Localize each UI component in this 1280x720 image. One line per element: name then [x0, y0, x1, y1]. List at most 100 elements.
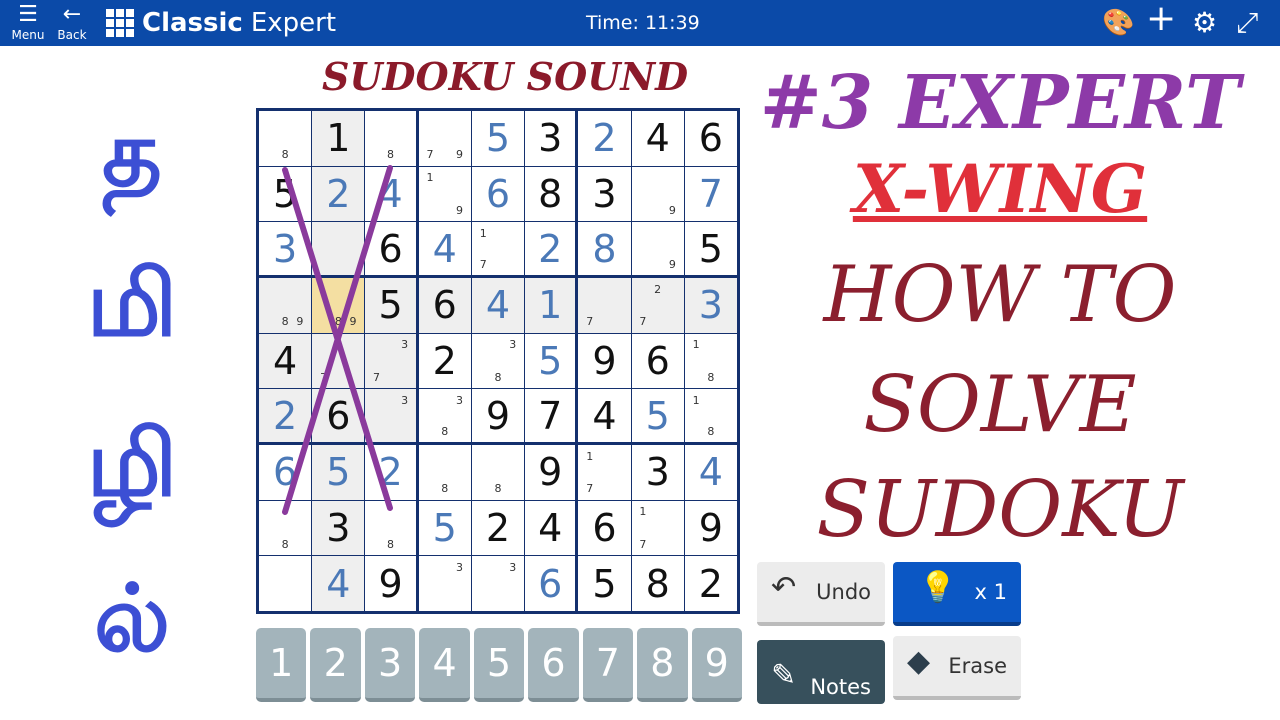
sudoku-cell[interactable]: 89 [312, 278, 365, 333]
sudoku-cell[interactable]: 3 [525, 111, 576, 166]
sudoku-cell[interactable]: 17 [471, 222, 525, 275]
sudoku-cell[interactable]: 3 [259, 222, 312, 275]
sudoku-cell[interactable]: 3 [631, 445, 684, 500]
number-key-1[interactable]: 1 [256, 628, 307, 702]
palette-icon[interactable]: 🎨 [1102, 6, 1134, 40]
sudoku-cell[interactable]: 7 [525, 389, 576, 442]
sudoku-cell[interactable]: 2 [365, 445, 416, 500]
sudoku-cell[interactable]: 7 [684, 166, 737, 222]
sudoku-cell[interactable]: 9 [631, 166, 684, 222]
sudoku-cell[interactable]: 6 [365, 222, 416, 275]
number-key-5[interactable]: 5 [473, 628, 525, 702]
sudoku-cell[interactable]: 8 [365, 111, 416, 166]
sudoku-cell[interactable]: 1 [525, 278, 576, 333]
sudoku-cell[interactable]: 8 [471, 445, 525, 500]
sudoku-cell[interactable]: 27 [631, 278, 684, 333]
sudoku-cell[interactable]: 9 [578, 333, 631, 389]
sudoku-cell[interactable]: 6 [631, 333, 684, 389]
hint-button[interactable]: 💡 x 1 [893, 562, 1021, 626]
sudoku-cell[interactable]: 19 [418, 166, 471, 222]
sudoku-cell[interactable] [259, 556, 312, 611]
sudoku-cell[interactable]: 2 [312, 166, 365, 222]
erase-button[interactable]: ◆ Erase [893, 636, 1021, 700]
sudoku-cell[interactable]: 1 [312, 111, 365, 166]
sudoku-cell[interactable]: 3 [312, 500, 365, 556]
sudoku-cell[interactable]: 89 [259, 278, 312, 333]
sudoku-cell[interactable]: 3 [471, 556, 525, 611]
notes-button[interactable]: ✎ Notes [757, 640, 885, 704]
sudoku-cell[interactable]: 9 [365, 556, 416, 611]
sudoku-cell[interactable]: 2 [418, 333, 471, 389]
number-key-8[interactable]: 8 [637, 628, 688, 702]
sudoku-cell[interactable]: 8 [365, 500, 416, 556]
sudoku-cell[interactable]: 4 [578, 389, 631, 442]
sudoku-cell[interactable]: 5 [365, 278, 416, 333]
number-key-3[interactable]: 3 [364, 628, 416, 702]
sudoku-cell[interactable]: 2 [578, 111, 631, 166]
sudoku-cell[interactable]: 3 [418, 556, 471, 611]
sudoku-cell[interactable]: 5 [684, 222, 737, 275]
sudoku-cell[interactable]: 5 [631, 389, 684, 442]
sudoku-cell[interactable]: 5 [525, 333, 576, 389]
sudoku-cell[interactable]: 5 [259, 166, 312, 222]
sudoku-cell[interactable]: 4 [418, 222, 471, 275]
sudoku-cell[interactable]: 5 [578, 556, 631, 611]
fullscreen-icon[interactable]: ⤢ [1236, 6, 1258, 40]
sudoku-cell[interactable] [312, 222, 365, 275]
sudoku-cell[interactable]: 9 [471, 389, 525, 442]
sudoku-cell[interactable]: 5 [471, 111, 525, 166]
sudoku-cell[interactable]: 9 [684, 500, 737, 556]
sudoku-cell[interactable]: 2 [525, 222, 576, 275]
sudoku-cell[interactable]: 9 [631, 222, 684, 275]
sudoku-cell[interactable]: 5 [418, 500, 471, 556]
menu-button[interactable]: ☰ Menu [10, 2, 46, 42]
sudoku-cell[interactable]: 4 [312, 556, 365, 611]
sudoku-cell[interactable]: 2 [471, 500, 525, 556]
plus-icon[interactable]: + [1146, 1, 1176, 37]
sudoku-cell[interactable]: 7 [312, 333, 365, 389]
sudoku-cell[interactable]: 4 [525, 500, 576, 556]
sudoku-cell[interactable]: 6 [525, 556, 576, 611]
back-button[interactable]: ← Back [54, 2, 90, 42]
sudoku-cell[interactable]: 8 [418, 445, 471, 500]
sudoku-cell[interactable]: 2 [259, 389, 312, 442]
sudoku-cell[interactable]: 37 [365, 333, 416, 389]
sudoku-cell[interactable]: 38 [418, 389, 471, 442]
sudoku-cell[interactable]: 6 [418, 278, 471, 333]
sudoku-cell[interactable]: 2 [684, 556, 737, 611]
sudoku-cell[interactable]: 4 [684, 445, 737, 500]
sudoku-cell[interactable]: 9 [525, 445, 576, 500]
sudoku-cell[interactable]: 8 [259, 500, 312, 556]
sudoku-cell[interactable]: 18 [684, 333, 737, 389]
sudoku-cell[interactable]: 4 [631, 111, 684, 166]
sudoku-cell[interactable]: 6 [684, 111, 737, 166]
number-key-2[interactable]: 2 [310, 628, 361, 702]
sudoku-cell[interactable]: 6 [259, 445, 312, 500]
sudoku-cell[interactable]: 6 [578, 500, 631, 556]
sudoku-cell[interactable]: 4 [471, 278, 525, 333]
sudoku-cell[interactable]: 8 [631, 556, 684, 611]
number-key-6[interactable]: 6 [528, 628, 579, 702]
sudoku-cell[interactable]: 6 [312, 389, 365, 442]
sudoku-cell[interactable]: 8 [259, 111, 312, 166]
gear-icon[interactable]: ⚙ [1192, 6, 1217, 40]
sudoku-cell[interactable]: 4 [365, 166, 416, 222]
number-key-4[interactable]: 4 [419, 628, 470, 702]
sudoku-cell[interactable]: 7 [578, 278, 631, 333]
sudoku-cell[interactable]: 17 [631, 500, 684, 556]
sudoku-cell[interactable]: 17 [578, 445, 631, 500]
undo-button[interactable]: ↶ Undo [757, 562, 885, 626]
sudoku-cell[interactable]: 8 [578, 222, 631, 275]
sudoku-cell[interactable]: 3 [684, 278, 737, 333]
number-key-9[interactable]: 9 [691, 628, 742, 702]
sudoku-cell[interactable]: 79 [418, 111, 471, 166]
sudoku-cell[interactable]: 18 [684, 389, 737, 442]
number-key-7[interactable]: 7 [582, 628, 634, 702]
sudoku-cell[interactable]: 38 [471, 333, 525, 389]
sudoku-cell[interactable]: 4 [259, 333, 312, 389]
sudoku-cell[interactable]: 5 [312, 445, 365, 500]
sudoku-cell[interactable]: 6 [471, 166, 525, 222]
sudoku-cell[interactable]: 8 [525, 166, 576, 222]
sudoku-cell[interactable]: 3 [365, 389, 416, 442]
sudoku-cell[interactable]: 3 [578, 166, 631, 222]
